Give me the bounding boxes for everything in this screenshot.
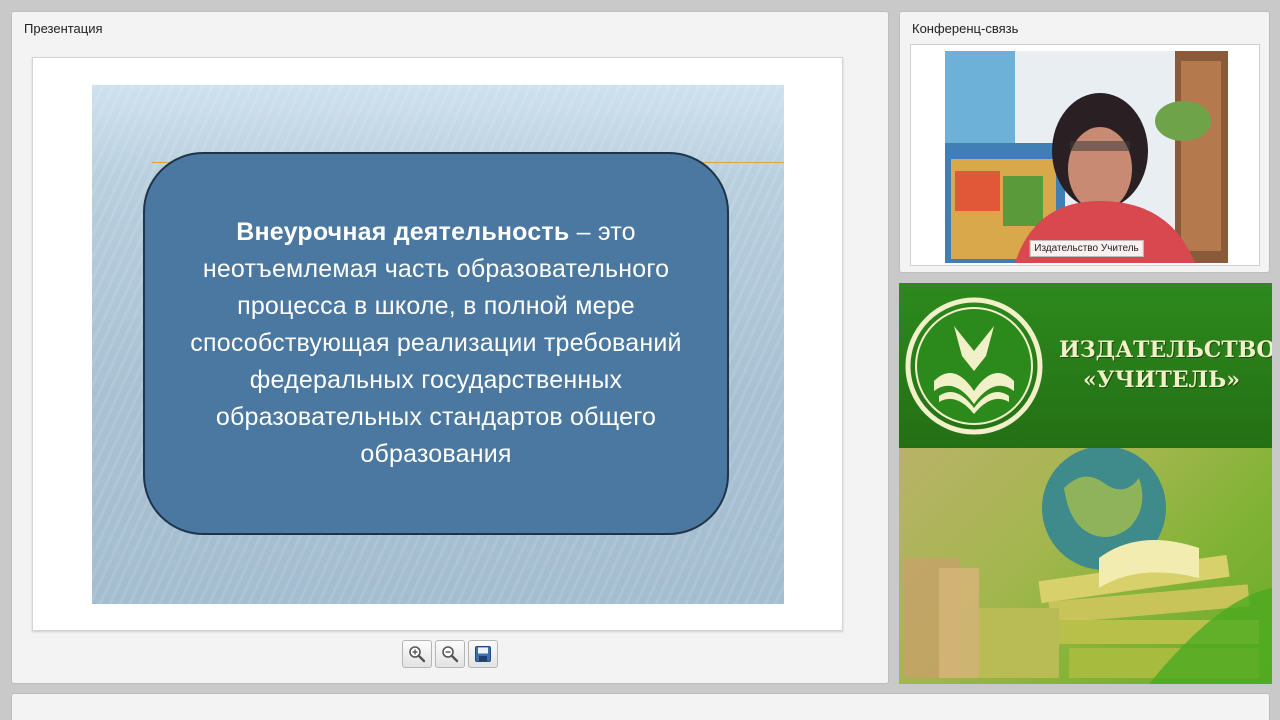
video-feed[interactable]: Издательство Учитель — [945, 51, 1228, 263]
slide: Внеурочная деятельность – это неотъемлем… — [92, 85, 784, 604]
video-participant-label: Издательство Учитель — [1029, 240, 1144, 257]
publisher-logo-icon — [905, 297, 1043, 435]
slide-text-rest: – это неотъемлемая часть образовательног… — [190, 218, 682, 468]
slide-text-box: Внеурочная деятельность – это неотъемлем… — [143, 152, 729, 535]
banner-line-1: ИЗДАТЕЛЬСТВО — [1059, 337, 1272, 363]
save-button[interactable] — [468, 640, 498, 668]
conference-panel: Конференц-связь Издательство Учитель — [899, 11, 1270, 273]
banner-image — [899, 448, 1272, 684]
zoom-out-button[interactable] — [435, 640, 465, 668]
presentation-panel-title: Презентация — [24, 21, 103, 36]
banner-header: ИЗДАТЕЛЬСТВО «УЧИТЕЛЬ» — [899, 283, 1272, 448]
publisher-banner: ИЗДАТЕЛЬСТВО «УЧИТЕЛЬ» — [899, 283, 1272, 684]
bottom-panel — [11, 693, 1270, 720]
zoom-in-button[interactable] — [402, 640, 432, 668]
banner-line-2: «УЧИТЕЛЬ» — [1083, 367, 1240, 393]
slide-frame: Внеурочная деятельность – это неотъемлем… — [32, 57, 843, 631]
conference-panel-title: Конференц-связь — [912, 21, 1019, 36]
video-scene — [945, 51, 1228, 263]
zoom-out-icon — [442, 646, 459, 663]
presentation-toolbar — [402, 640, 498, 668]
video-container: Издательство Учитель — [910, 44, 1260, 266]
banner-publisher-name: ИЗДАТЕЛЬСТВО «УЧИТЕЛЬ» — [1059, 335, 1272, 395]
presentation-panel: Презентация Внеурочная деятельность – эт… — [11, 11, 889, 684]
save-icon — [475, 646, 491, 662]
slide-text-bold: Внеурочная деятельность — [236, 218, 570, 246]
books-globe-illustration — [899, 448, 1272, 684]
slide-text: Внеурочная деятельность – это неотъемлем… — [175, 214, 697, 473]
zoom-in-icon — [409, 646, 426, 663]
